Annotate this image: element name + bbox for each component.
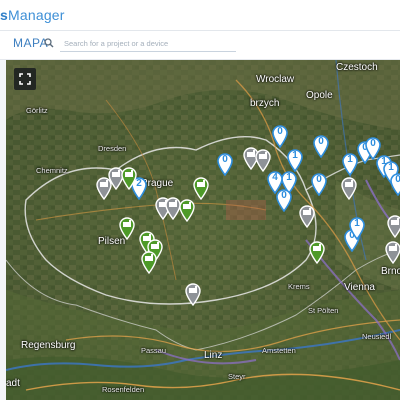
map-label-brno: Brno: [381, 266, 400, 277]
map-label-brzych: brzych: [250, 98, 280, 109]
device-marker-gray[interactable]: [384, 240, 400, 264]
device-marker-gray[interactable]: [298, 204, 316, 228]
marker-count-label: 1: [354, 218, 360, 229]
device-marker-green[interactable]: [308, 240, 326, 264]
device-marker-green[interactable]: [140, 250, 158, 274]
device-marker-gray[interactable]: [340, 176, 358, 200]
marker-count-label: 0: [318, 136, 324, 147]
marker-count-label: 0: [316, 174, 322, 185]
map-label-wroclaw: Wroclaw: [256, 74, 295, 85]
map-label-vienna: Vienna: [344, 282, 375, 293]
map-label-landshut: Rosenfelden: [102, 385, 145, 394]
map-label-linz: Linz: [204, 350, 223, 361]
map-label-regensburg: Regensburg: [21, 340, 76, 351]
marker-count-label: 1: [347, 154, 353, 165]
map-label-neusiedl: Neusiedl: [362, 332, 392, 341]
marker-count-label: 0: [281, 190, 287, 201]
device-marker-green[interactable]: [178, 198, 196, 222]
fullscreen-button[interactable]: [14, 68, 36, 90]
map-label-czestochowa: Czestoch: [336, 62, 378, 73]
map-label-chemnitz: Chemnitz: [36, 166, 68, 175]
marker-count-0[interactable]: 0: [310, 172, 328, 196]
marker-count-0[interactable]: 0: [312, 134, 330, 158]
device-marker-green[interactable]: [120, 166, 138, 190]
marker-count-1[interactable]: 1: [286, 148, 304, 172]
marker-count-label: 4: [272, 172, 278, 183]
map-label-goerlitz: Görlitz: [26, 106, 48, 115]
marker-count-label: 0: [277, 126, 283, 137]
satellite-map[interactable]: Wroclaw Opole Czestoch brzych Prague Brn…: [6, 60, 400, 400]
search-input[interactable]: [60, 35, 236, 52]
marker-count-1[interactable]: 1: [348, 216, 366, 240]
marker-count-label: 0: [370, 138, 376, 149]
marker-count-0[interactable]: 0: [389, 172, 400, 196]
map-label-dresden: Dresden: [98, 144, 127, 153]
map-label-fragment: adt: [6, 378, 20, 389]
top-bar: sManager: [0, 0, 400, 31]
marker-count-1[interactable]: 1: [341, 152, 359, 176]
map-label-steyr: Steyr: [228, 372, 246, 381]
device-marker-gray[interactable]: [386, 214, 400, 238]
map-label-opole: Opole: [306, 90, 333, 101]
map-label-passau: Passau: [141, 346, 167, 355]
device-marker-green[interactable]: [192, 176, 210, 200]
map-label-krems: Krems: [288, 282, 310, 291]
marker-count-label: 1: [292, 150, 298, 161]
marker-count-0[interactable]: 0: [275, 188, 293, 212]
marker-count-label: 0: [222, 154, 228, 165]
device-marker-gray[interactable]: [184, 282, 202, 306]
page-title: MAPA: [13, 36, 49, 50]
marker-count-0[interactable]: 0: [216, 152, 234, 176]
map-label-amstetten: Amstetten: [262, 346, 296, 355]
marker-count-0[interactable]: 0: [271, 124, 289, 148]
app-title[interactable]: sManager: [0, 7, 65, 23]
search-icon[interactable]: [44, 38, 54, 48]
device-marker-green[interactable]: [118, 216, 136, 240]
marker-count-label: 0: [395, 174, 400, 185]
device-marker-gray[interactable]: [254, 148, 272, 172]
fullscreen-icon: [19, 73, 31, 85]
map-label-st-poelten: St Pölten: [308, 306, 339, 315]
